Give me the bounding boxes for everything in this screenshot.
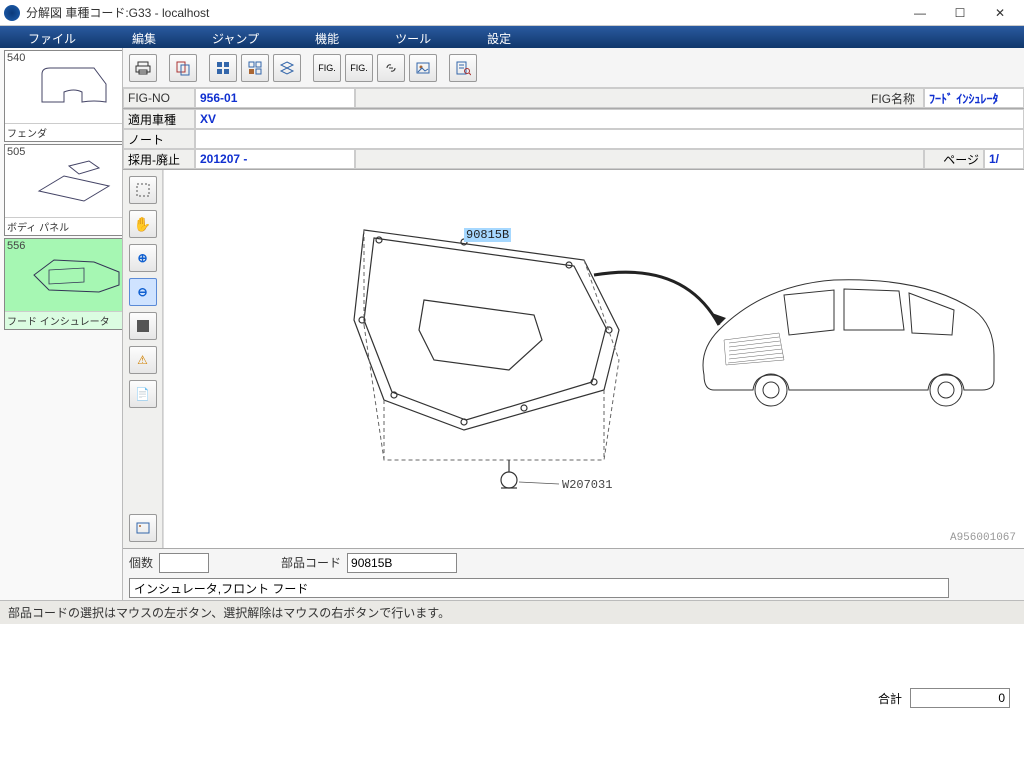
info-row-adopt: 採用-廃止 201207 - ページ 1/ [123, 149, 1024, 169]
top-toolbar: FIG. FIG. [123, 48, 1024, 88]
window-title: 分解図 車種コード:G33 - localhost [26, 4, 900, 21]
thumbnail-505[interactable]: 505 ボディ パネル [4, 144, 123, 236]
select-tool[interactable] [129, 176, 157, 204]
thumb-number: 505 [7, 146, 25, 158]
hint-text: 部品コードの選択はマウスの左ボタン、選択解除はマウスの右ボタンで行います。 [8, 604, 450, 621]
info-tool[interactable] [129, 514, 157, 542]
note-tool[interactable]: 📄 [129, 380, 157, 408]
menu-function[interactable]: 機能 [287, 26, 367, 48]
partcode-label: 部品コード [281, 554, 341, 571]
total-label: 合計 [878, 690, 902, 707]
pan-tool[interactable]: ✋ [129, 210, 157, 238]
link-button[interactable] [377, 54, 405, 82]
figname-value: ﾌｰﾄﾞ ｲﾝｼｭﾚｰﾀ [924, 88, 1024, 108]
search-list-button[interactable] [449, 54, 477, 82]
menu-file[interactable]: ファイル [0, 26, 104, 48]
figno-value: 956-01 [195, 88, 355, 108]
grid-button-1[interactable] [209, 54, 237, 82]
title-bar: 分解図 車種コード:G33 - localhost — ☐ ✕ [0, 0, 1024, 26]
menu-tool[interactable]: ツール [367, 26, 459, 48]
grid-button-2[interactable] [241, 54, 269, 82]
view-row: ✋ ⊕ ⊖ ⚠ 📄 [123, 169, 1024, 548]
drawing-number: A956001067 [950, 532, 1016, 544]
menu-jump[interactable]: ジャンプ [184, 26, 287, 48]
minimize-button[interactable]: — [900, 1, 940, 25]
maximize-button[interactable]: ☐ [940, 1, 980, 25]
zoom-out-tool[interactable]: ⊖ [129, 278, 157, 306]
diagram-canvas[interactable]: 90815B W207031 A956001067 [163, 170, 1024, 548]
model-value: XV [195, 109, 1024, 129]
fit-tool[interactable] [129, 312, 157, 340]
qty-input[interactable] [159, 553, 209, 573]
layers-button[interactable] [273, 54, 301, 82]
thumbnail-sidebar: 540 フェンダ 505 ボディ パネル 556 フード インシュレータ [0, 48, 123, 600]
menu-bar: ファイル 編集 ジャンプ 機能 ツール 設定 [0, 26, 1024, 48]
info-row-model: 適用車種 XV [123, 109, 1024, 129]
app-logo-icon [4, 5, 20, 21]
figno-label: FIG-NO [123, 88, 195, 108]
note-value [195, 129, 1024, 149]
thumb-caption: フード インシュレータ [5, 311, 123, 329]
footer-total: 合計 [878, 688, 1010, 708]
thumb-number: 540 [7, 52, 25, 64]
page-label: ページ [924, 149, 984, 169]
side-toolbar: ✋ ⊕ ⊖ ⚠ 📄 [123, 170, 163, 548]
model-label: 適用車種 [123, 109, 195, 129]
main-panel: FIG. FIG. FIG-NO 956-01 FIG名称 ﾌｰﾄﾞ ｲﾝｼｭﾚ… [123, 48, 1024, 600]
description-text: インシュレータ,フロント フード [134, 580, 308, 597]
thumb-caption: ボディ パネル [5, 217, 123, 235]
window-buttons: — ☐ ✕ [900, 1, 1020, 25]
description-box: インシュレータ,フロント フード [129, 578, 949, 598]
info-grid: FIG-NO 956-01 FIG名称 ﾌｰﾄﾞ ｲﾝｼｭﾚｰﾀ [123, 88, 1024, 109]
thumb-caption: フェンダ [5, 123, 123, 141]
content-area: 540 フェンダ 505 ボディ パネル 556 フード インシュレータ [0, 48, 1024, 600]
thumbnail-556[interactable]: 556 フード インシュレータ [4, 238, 123, 330]
figname-label: FIG名称 [355, 88, 924, 108]
part-code-label[interactable]: 90815B [464, 228, 511, 242]
note-label: ノート [123, 129, 195, 149]
fig-prev-button[interactable]: FIG. [313, 54, 341, 82]
copy-button[interactable] [169, 54, 197, 82]
adopt-label: 採用-廃止 [123, 149, 195, 169]
close-button[interactable]: ✕ [980, 1, 1020, 25]
menu-settings[interactable]: 設定 [459, 26, 539, 48]
fig-next-button[interactable]: FIG. [345, 54, 373, 82]
adopt-value: 201207 - [195, 149, 355, 169]
qty-label: 個数 [129, 554, 153, 571]
zoom-in-tool[interactable]: ⊕ [129, 244, 157, 272]
bottom-bar: 個数 部品コード [123, 548, 1024, 576]
total-input[interactable] [910, 688, 1010, 708]
thumbnail-540[interactable]: 540 フェンダ [4, 50, 123, 142]
menu-edit[interactable]: 編集 [104, 26, 184, 48]
print-button[interactable] [129, 54, 157, 82]
hint-row: 部品コードの選択はマウスの左ボタン、選択解除はマウスの右ボタンで行います。 [0, 600, 1024, 624]
warning-tool[interactable]: ⚠ [129, 346, 157, 374]
page-value: 1/ [984, 149, 1024, 169]
description-row: インシュレータ,フロント フード [123, 576, 1024, 600]
thumb-number: 556 [7, 240, 25, 252]
w-code-label: W207031 [562, 478, 612, 492]
image-button[interactable] [409, 54, 437, 82]
info-row-note: ノート [123, 129, 1024, 149]
partcode-input[interactable] [347, 553, 457, 573]
